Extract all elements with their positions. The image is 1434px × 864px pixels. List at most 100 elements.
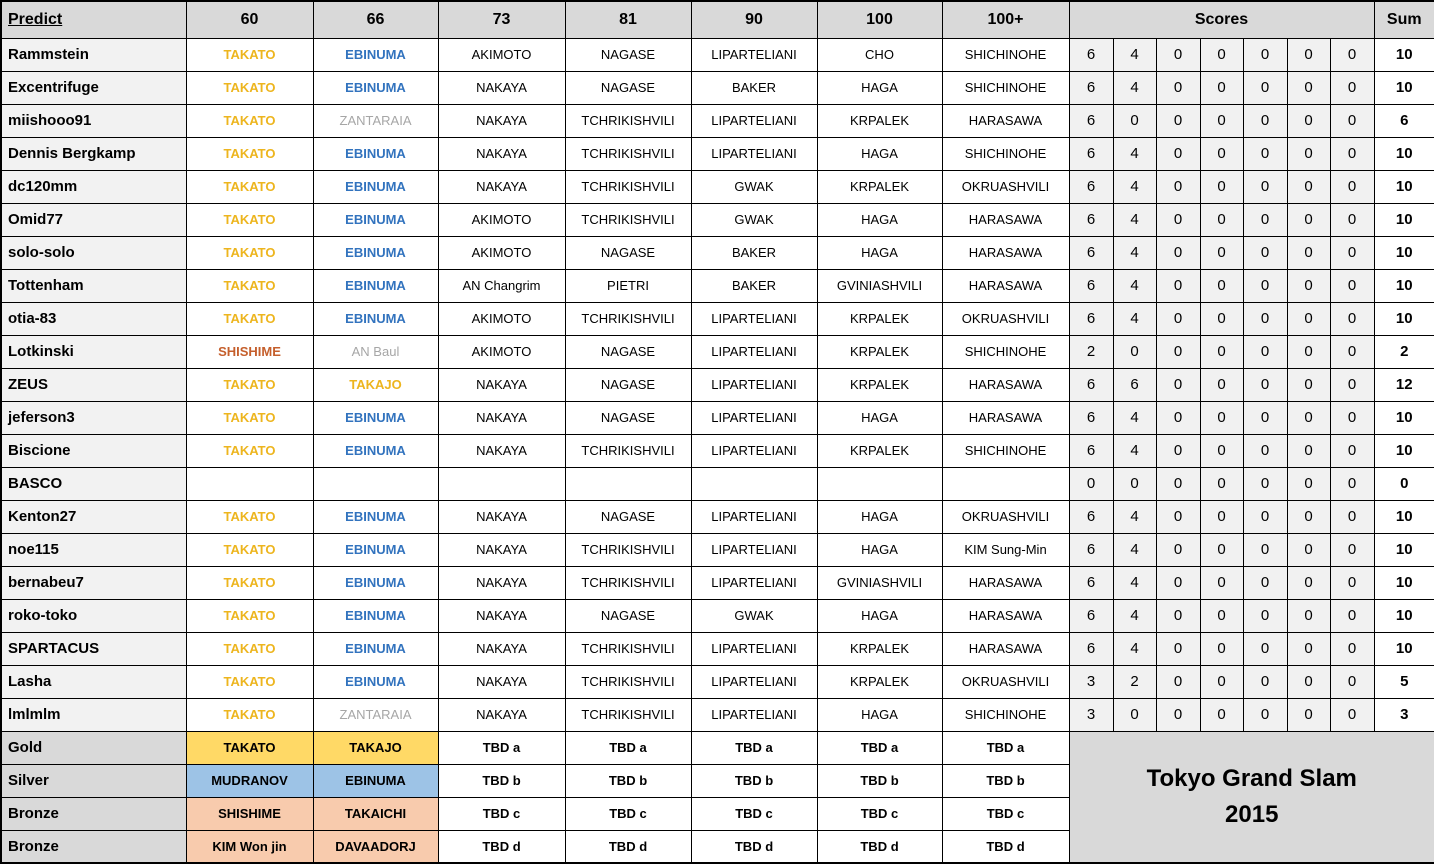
category-header[interactable]: 90 (690, 0, 818, 39)
score-cell[interactable]: 0 (1286, 400, 1331, 435)
tbd-cell[interactable]: TBD a (564, 730, 692, 765)
score-cell[interactable]: 0 (1199, 367, 1244, 402)
prediction-cell[interactable]: EBINUMA (312, 268, 439, 303)
score-cell[interactable]: 0 (1286, 697, 1331, 732)
score-cell[interactable]: 0 (1329, 268, 1375, 303)
score-cell[interactable]: 0 (1286, 664, 1331, 699)
prediction-cell[interactable]: AN Baul (312, 334, 439, 369)
prediction-cell[interactable]: EBINUMA (312, 565, 439, 600)
prediction-cell[interactable]: TAKATO (185, 499, 314, 534)
prediction-cell[interactable]: EBINUMA (312, 598, 439, 633)
score-cell[interactable]: 0 (1329, 367, 1375, 402)
prediction-cell[interactable]: NAKAYA (437, 697, 566, 732)
prediction-cell[interactable]: HAGA (816, 70, 943, 105)
prediction-cell[interactable]: EBINUMA (312, 136, 439, 171)
player-name-cell[interactable]: Omid77 (0, 202, 187, 237)
score-cell[interactable]: 0 (1199, 202, 1244, 237)
player-name-cell[interactable]: noe115 (0, 532, 187, 567)
score-cell[interactable]: 0 (1155, 37, 1201, 72)
tbd-cell[interactable]: TBD c (690, 796, 818, 831)
score-cell[interactable]: 0 (1329, 70, 1375, 105)
category-header[interactable]: 100 (816, 0, 943, 39)
prediction-cell[interactable]: HAGA (816, 235, 943, 270)
score-cell[interactable]: 0 (1242, 334, 1288, 369)
score-cell[interactable]: 0 (1242, 598, 1288, 633)
score-cell[interactable]: 0 (1329, 697, 1375, 732)
score-cell[interactable]: 0 (1155, 103, 1201, 138)
sum-cell[interactable]: 12 (1373, 367, 1434, 402)
prediction-cell[interactable]: OKRUASHVILI (941, 301, 1070, 336)
prediction-cell[interactable]: HAGA (816, 598, 943, 633)
score-cell[interactable]: 0 (1242, 169, 1288, 204)
player-name-cell[interactable]: otia-83 (0, 301, 187, 336)
sum-cell[interactable]: 10 (1373, 598, 1434, 633)
prediction-cell[interactable]: HARASAWA (941, 565, 1070, 600)
prediction-cell[interactable]: NAKAYA (437, 103, 566, 138)
score-cell[interactable]: 0 (1286, 268, 1331, 303)
tbd-cell[interactable]: TBD a (941, 730, 1070, 765)
sum-cell[interactable]: 5 (1373, 664, 1434, 699)
tbd-cell[interactable]: TBD d (941, 829, 1070, 864)
medal-label-cell[interactable]: Gold (0, 730, 187, 765)
prediction-cell[interactable]: LIPARTELIANI (690, 499, 818, 534)
score-cell[interactable]: 0 (1155, 268, 1201, 303)
score-cell[interactable]: 6 (1068, 532, 1114, 567)
sum-cell[interactable]: 10 (1373, 37, 1434, 72)
prediction-cell[interactable]: HARASAWA (941, 268, 1070, 303)
prediction-cell[interactable]: NAGASE (564, 598, 692, 633)
prediction-cell[interactable]: OKRUASHVILI (941, 499, 1070, 534)
score-cell[interactable]: 6 (1068, 202, 1114, 237)
score-cell[interactable]: 0 (1286, 70, 1331, 105)
score-cell[interactable]: 0 (1155, 664, 1201, 699)
prediction-cell[interactable]: TAKATO (185, 103, 314, 138)
prediction-cell[interactable]: TAKATO (185, 598, 314, 633)
prediction-cell[interactable]: AKIMOTO (437, 37, 566, 72)
score-cell[interactable]: 6 (1112, 367, 1157, 402)
player-name-cell[interactable]: solo-solo (0, 235, 187, 270)
prediction-cell[interactable]: SHICHINOHE (941, 70, 1070, 105)
score-cell[interactable]: 0 (1286, 367, 1331, 402)
prediction-cell[interactable]: TCHRIKISHVILI (564, 697, 692, 732)
sum-cell[interactable]: 2 (1373, 334, 1434, 369)
score-cell[interactable]: 0 (1155, 598, 1201, 633)
prediction-cell[interactable]: TAKATO (185, 400, 314, 435)
prediction-cell[interactable]: AN Changrim (437, 268, 566, 303)
prediction-cell[interactable]: BAKER (690, 268, 818, 303)
score-cell[interactable]: 0 (1199, 70, 1244, 105)
score-cell[interactable]: 0 (1329, 103, 1375, 138)
score-cell[interactable]: 0 (1199, 169, 1244, 204)
prediction-cell[interactable]: NAGASE (564, 334, 692, 369)
sum-cell[interactable]: 10 (1373, 433, 1434, 468)
score-cell[interactable]: 6 (1068, 268, 1114, 303)
score-cell[interactable]: 4 (1112, 499, 1157, 534)
prediction-cell[interactable]: LIPARTELIANI (690, 400, 818, 435)
score-cell[interactable]: 0 (1286, 37, 1331, 72)
score-cell[interactable]: 2 (1068, 334, 1114, 369)
prediction-cell[interactable]: NAKAYA (437, 565, 566, 600)
score-cell[interactable]: 0 (1329, 433, 1375, 468)
prediction-cell[interactable]: HARASAWA (941, 235, 1070, 270)
prediction-cell[interactable]: HAGA (816, 697, 943, 732)
score-cell[interactable]: 0 (1286, 598, 1331, 633)
prediction-cell[interactable]: SHICHINOHE (941, 433, 1070, 468)
score-cell[interactable]: 0 (1329, 565, 1375, 600)
prediction-cell[interactable]: EBINUMA (312, 400, 439, 435)
prediction-cell[interactable]: GVINIASHVILI (816, 565, 943, 600)
score-cell[interactable]: 0 (1199, 334, 1244, 369)
category-header[interactable]: 73 (437, 0, 566, 39)
category-header[interactable]: 66 (312, 0, 439, 39)
prediction-cell[interactable]: HARASAWA (941, 400, 1070, 435)
prediction-cell[interactable]: AKIMOTO (437, 301, 566, 336)
score-cell[interactable]: 4 (1112, 400, 1157, 435)
prediction-cell[interactable]: NAKAYA (437, 400, 566, 435)
sum-cell[interactable]: 10 (1373, 136, 1434, 171)
sum-cell[interactable]: 10 (1373, 532, 1434, 567)
score-cell[interactable]: 0 (1242, 268, 1288, 303)
score-cell[interactable]: 4 (1112, 202, 1157, 237)
score-cell[interactable]: 0 (1155, 367, 1201, 402)
player-name-cell[interactable]: SPARTACUS (0, 631, 187, 666)
prediction-cell[interactable]: TCHRIKISHVILI (564, 532, 692, 567)
score-cell[interactable]: 0 (1286, 136, 1331, 171)
prediction-cell[interactable]: LIPARTELIANI (690, 301, 818, 336)
score-cell[interactable]: 4 (1112, 532, 1157, 567)
